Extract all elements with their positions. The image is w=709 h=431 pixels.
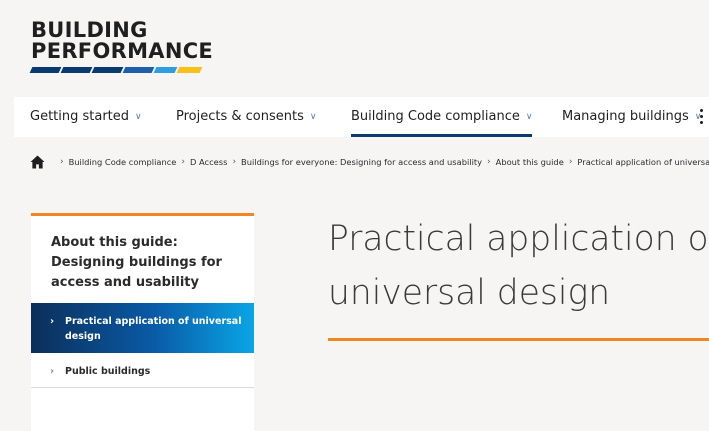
chevron-down-icon: ∨ xyxy=(309,112,317,122)
nav-item-building-code-compliance[interactable]: Building Code compliance ∨ xyxy=(351,97,533,137)
more-vertical-icon[interactable] xyxy=(700,109,703,125)
nav-item-label: Managing buildings xyxy=(562,109,689,124)
chevron-right-icon: › xyxy=(50,316,55,327)
chevron-right-icon: › xyxy=(50,366,55,377)
home-icon[interactable] xyxy=(30,155,45,169)
breadcrumb-d-access[interactable]: D Access xyxy=(190,157,227,167)
breadcrumb-separator: › xyxy=(487,157,491,167)
breadcrumb-separator: › xyxy=(60,157,64,167)
breadcrumb-separator: › xyxy=(568,157,573,167)
sidenav-item-public-buildings[interactable]: › Public buildings xyxy=(31,353,254,388)
nav-item-getting-started[interactable]: Getting started ∨ xyxy=(30,97,142,137)
nav-item-label: Building Code compliance xyxy=(351,109,520,124)
page-title-line-1: Practical application of xyxy=(328,219,709,259)
logo-line-1: BUILDING xyxy=(31,18,148,42)
breadcrumb-building-code-compliance[interactable]: Building Code compliance xyxy=(69,157,177,167)
section-sidenav: About this guide: Designing buildings fo… xyxy=(31,213,254,431)
chevron-down-icon: ∨ xyxy=(135,112,142,122)
sidenav-title[interactable]: About this guide: Designing buildings fo… xyxy=(31,216,254,303)
logo-stripes xyxy=(29,67,203,73)
breadcrumb-current: Practical application of universal desig… xyxy=(577,157,709,167)
page-title-line-2: universal design xyxy=(328,273,611,313)
breadcrumb-about-this-guide[interactable]: About this guide xyxy=(496,157,564,167)
chevron-down-icon: ∨ xyxy=(525,112,533,122)
nav-item-label: Getting started xyxy=(30,109,130,124)
sidenav-item-label: Public buildings xyxy=(65,366,151,377)
breadcrumb: › Building Code compliance › D Access › … xyxy=(30,154,709,170)
nav-item-managing-buildings[interactable]: Managing buildings ∨ xyxy=(562,97,701,137)
breadcrumb-buildings-for-everyone[interactable]: Buildings for everyone: Designing for ac… xyxy=(241,157,482,167)
breadcrumb-separator: › xyxy=(181,157,185,167)
title-divider xyxy=(328,338,709,341)
nav-item-projects-consents[interactable]: Projects & consents ∨ xyxy=(176,97,316,137)
nav-item-label: Projects & consents xyxy=(176,109,304,124)
breadcrumb-separator: › xyxy=(232,157,237,167)
sidenav-item-practical-application[interactable]: › Practical application of universal des… xyxy=(31,303,254,353)
sidenav-item-label: Practical application of universal desig… xyxy=(65,316,242,342)
site-logo[interactable]: BUILDING PERFORMANCE xyxy=(29,18,214,73)
page-title: Practical application of universal desig… xyxy=(328,212,709,320)
main-nav: Getting started ∨ Projects & consents ∨ Bu… xyxy=(14,97,709,137)
logo-line-2: PERFORMANCE xyxy=(31,39,214,63)
